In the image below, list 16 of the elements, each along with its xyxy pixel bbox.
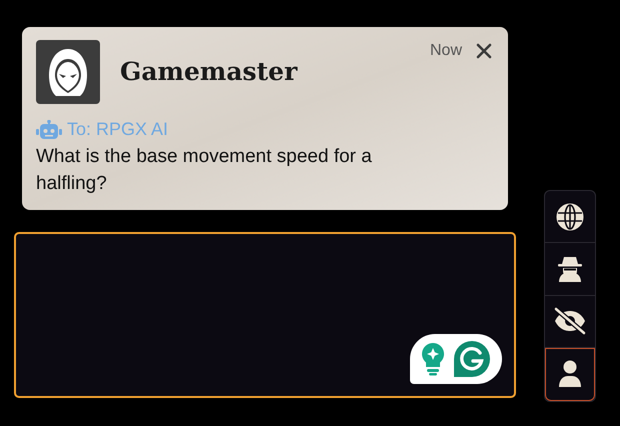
globe-icon	[556, 202, 584, 231]
user-icon	[558, 360, 582, 388]
close-icon[interactable]	[476, 43, 492, 59]
timestamp: Now	[430, 41, 462, 61]
message-input[interactable]	[14, 232, 516, 398]
grammarly-widget[interactable]	[410, 334, 502, 384]
message-text: What is the base movement speed for a halfling?	[36, 145, 373, 196]
spy-icon	[557, 254, 583, 283]
lightbulb-icon[interactable]	[421, 342, 445, 376]
avatar-icon	[36, 40, 100, 104]
hidden-eye-icon	[553, 307, 587, 336]
robot-icon	[36, 120, 62, 140]
recipient-label: To: RPGX AI	[67, 118, 168, 141]
sender-name: Gamemaster	[120, 56, 298, 88]
grammarly-icon[interactable]	[453, 340, 491, 378]
sidebar-button[interactable]	[545, 348, 595, 401]
